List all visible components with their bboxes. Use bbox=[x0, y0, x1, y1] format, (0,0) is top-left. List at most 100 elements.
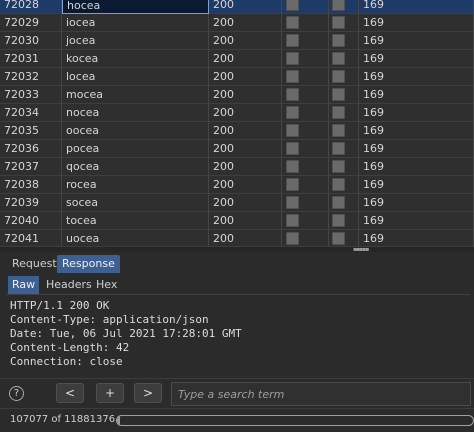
table-row[interactable]: 72041 uocea 200 169 bbox=[0, 230, 474, 246]
error-checkbox bbox=[282, 212, 329, 230]
tab-hex[interactable]: Hex bbox=[92, 276, 121, 294]
progress-text: 107077 of 11881376 bbox=[10, 414, 116, 425]
checkbox-icon bbox=[286, 124, 299, 137]
payload-cell: nocea bbox=[62, 104, 209, 122]
table-row[interactable]: 72028 hocea 200 169 bbox=[0, 0, 474, 14]
request-number: 72032 bbox=[0, 68, 62, 86]
table-row[interactable]: 72031 kocea 200 169 bbox=[0, 50, 474, 68]
status-cell: 200 bbox=[209, 194, 282, 212]
error-checkbox bbox=[282, 104, 329, 122]
checkbox-icon bbox=[286, 178, 299, 191]
timeout-checkbox bbox=[329, 230, 359, 246]
checkbox-icon bbox=[332, 178, 345, 191]
length-cell: 169 bbox=[359, 158, 474, 176]
tab-response[interactable]: Response bbox=[57, 255, 120, 273]
timeout-checkbox bbox=[329, 158, 359, 176]
response-editor[interactable]: HTTP/1.1 200 OK Content-Type: application… bbox=[6, 294, 470, 379]
request-number: 72034 bbox=[0, 104, 62, 122]
table-row[interactable]: 72032 locea 200 169 bbox=[0, 68, 474, 86]
request-number: 72031 bbox=[0, 50, 62, 68]
payload-cell: hocea bbox=[62, 0, 209, 14]
table-row[interactable]: 72030 jocea 200 169 bbox=[0, 32, 474, 50]
checkbox-icon bbox=[332, 232, 345, 245]
payload-cell: locea bbox=[62, 68, 209, 86]
table-row[interactable]: 72037 qocea 200 169 bbox=[0, 158, 474, 176]
checkbox-icon bbox=[286, 70, 299, 83]
status-cell: 200 bbox=[209, 230, 282, 246]
payload-cell: tocea bbox=[62, 212, 209, 230]
tab-raw[interactable]: Raw bbox=[8, 276, 40, 294]
table-row[interactable]: 72039 socea 200 169 bbox=[0, 194, 474, 212]
table-row[interactable]: 72040 tocea 200 169 bbox=[0, 212, 474, 230]
error-checkbox bbox=[282, 158, 329, 176]
status-cell: 200 bbox=[209, 32, 282, 50]
tab-request[interactable]: Request bbox=[7, 255, 62, 273]
payload-cell: iocea bbox=[62, 14, 209, 32]
timeout-checkbox bbox=[329, 50, 359, 68]
length-cell: 169 bbox=[359, 50, 474, 68]
checkbox-icon bbox=[286, 160, 299, 173]
request-number: 72030 bbox=[0, 32, 62, 50]
timeout-checkbox bbox=[329, 176, 359, 194]
checkbox-icon bbox=[286, 88, 299, 101]
timeout-checkbox bbox=[329, 104, 359, 122]
checkbox-icon bbox=[332, 16, 345, 29]
response-line: Content-Type: application/json bbox=[10, 313, 209, 326]
request-number: 72039 bbox=[0, 194, 62, 212]
progress-bar bbox=[116, 415, 474, 426]
error-checkbox bbox=[282, 0, 329, 14]
timeout-checkbox bbox=[329, 86, 359, 104]
error-checkbox bbox=[282, 86, 329, 104]
checkbox-icon bbox=[286, 16, 299, 29]
checkbox-icon bbox=[332, 160, 345, 173]
status-cell: 200 bbox=[209, 158, 282, 176]
checkbox-icon bbox=[332, 142, 345, 155]
checkbox-icon bbox=[286, 0, 299, 11]
checkbox-icon bbox=[286, 34, 299, 47]
table-row[interactable]: 72033 mocea 200 169 bbox=[0, 86, 474, 104]
checkbox-icon bbox=[332, 214, 345, 227]
payload-cell: rocea bbox=[62, 176, 209, 194]
checkbox-icon bbox=[332, 88, 345, 101]
payload-cell: mocea bbox=[62, 86, 209, 104]
error-checkbox bbox=[282, 176, 329, 194]
response-line: HTTP/1.1 200 OK bbox=[10, 299, 110, 312]
checkbox-icon bbox=[332, 34, 345, 47]
payload-cell: pocea bbox=[62, 140, 209, 158]
table-row[interactable]: 72036 pocea 200 169 bbox=[0, 140, 474, 158]
payload-cell: qocea bbox=[62, 158, 209, 176]
payload-cell: jocea bbox=[62, 32, 209, 50]
length-cell: 169 bbox=[359, 194, 474, 212]
search-input[interactable] bbox=[171, 382, 471, 406]
table-row[interactable]: 72034 nocea 200 169 bbox=[0, 104, 474, 122]
length-cell: 169 bbox=[359, 230, 474, 246]
next-button[interactable]: > bbox=[134, 383, 162, 403]
timeout-checkbox bbox=[329, 194, 359, 212]
error-checkbox bbox=[282, 194, 329, 212]
length-cell: 169 bbox=[359, 86, 474, 104]
timeout-checkbox bbox=[329, 32, 359, 50]
timeout-checkbox bbox=[329, 122, 359, 140]
payload-cell: kocea bbox=[62, 50, 209, 68]
checkbox-icon bbox=[332, 0, 345, 11]
status-cell: 200 bbox=[209, 104, 282, 122]
timeout-checkbox bbox=[329, 0, 359, 14]
table-row[interactable]: 72038 rocea 200 169 bbox=[0, 176, 474, 194]
error-checkbox bbox=[282, 14, 329, 32]
checkbox-icon bbox=[286, 232, 299, 245]
checkbox-icon bbox=[286, 52, 299, 65]
help-icon[interactable]: ? bbox=[9, 386, 24, 401]
timeout-checkbox bbox=[329, 140, 359, 158]
response-line: Content-Length: 42 bbox=[10, 341, 130, 354]
request-number: 72040 bbox=[0, 212, 62, 230]
table-row[interactable]: 72035 oocea 200 169 bbox=[0, 122, 474, 140]
status-cell: 200 bbox=[209, 140, 282, 158]
tab-headers[interactable]: Headers bbox=[42, 276, 96, 294]
previous-button[interactable]: < bbox=[56, 383, 84, 403]
add-button[interactable]: + bbox=[96, 383, 124, 403]
table-row[interactable]: 72029 iocea 200 169 bbox=[0, 14, 474, 32]
checkbox-icon bbox=[332, 124, 345, 137]
checkbox-icon bbox=[332, 52, 345, 65]
request-number: 72037 bbox=[0, 158, 62, 176]
request-number: 72028 bbox=[0, 0, 62, 14]
